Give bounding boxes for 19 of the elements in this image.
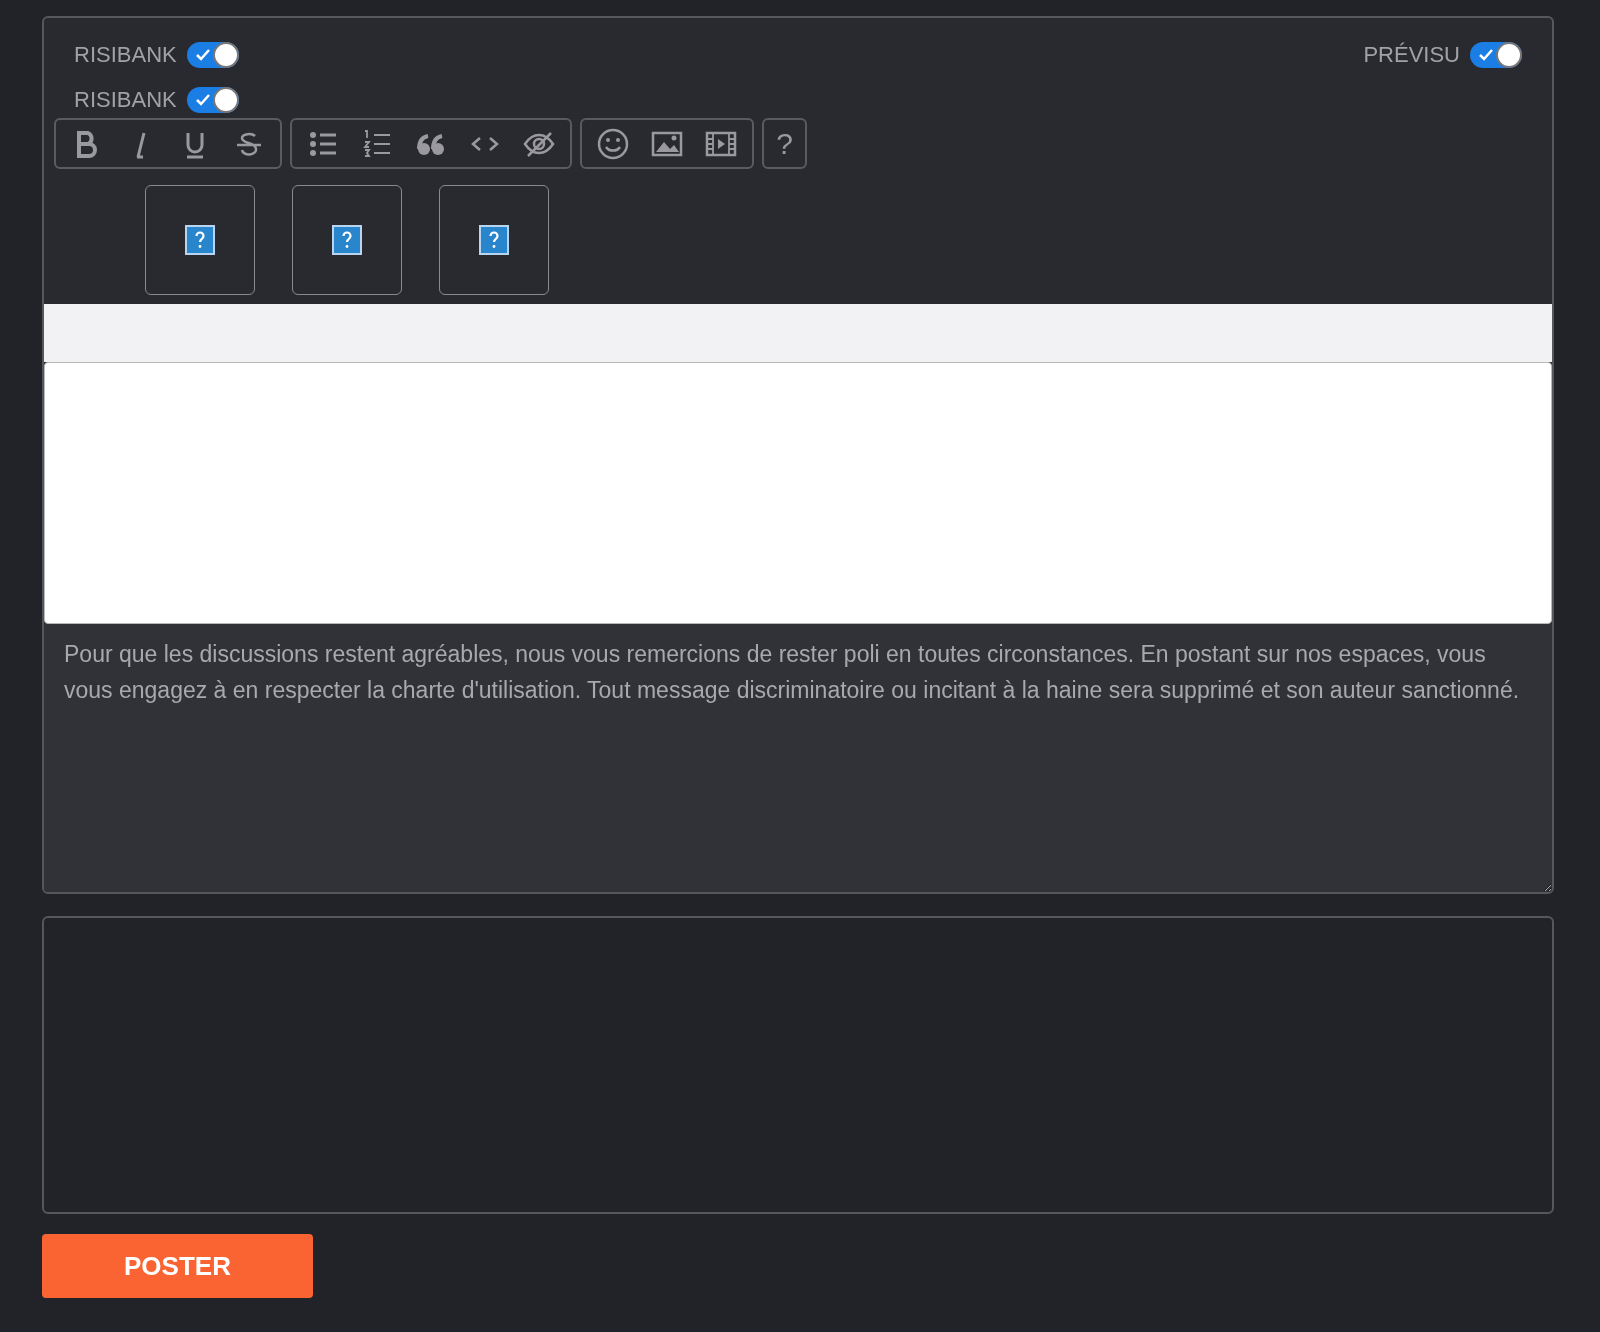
broken-image-icon [478,224,510,256]
help-button[interactable]: ? [762,118,807,169]
check-icon [195,48,210,61]
post-button[interactable]: POSTER [42,1234,313,1298]
toggle-label: RISIBANK [74,41,177,69]
toggle-label: RISIBANK [74,86,177,114]
smiley-icon[interactable] [596,126,630,161]
check-icon [1479,48,1493,61]
toggle-switch[interactable] [1470,41,1522,68]
toggle-switch[interactable] [186,41,239,68]
check-icon [195,93,210,106]
image-tile[interactable] [292,185,402,295]
image-tile[interactable] [439,185,549,295]
message-field[interactable]: Pour que les discussions restent agréables, nous vous remercions de rester poli en toutes circonstances. En postant sur nos espaces, vous vous engagez à en respecter la charte d'utilisation. Tout message discriminatoire ou incitant à la haine sera supprimé et son auteur sanctionné. [44,624,1552,892]
toggle-label: PRÉVISU [1363,41,1460,69]
broken-image-icon [184,224,216,256]
toggle-switch[interactable] [186,86,239,113]
image-tile[interactable] [145,185,255,295]
broken-image-icon [331,224,363,256]
